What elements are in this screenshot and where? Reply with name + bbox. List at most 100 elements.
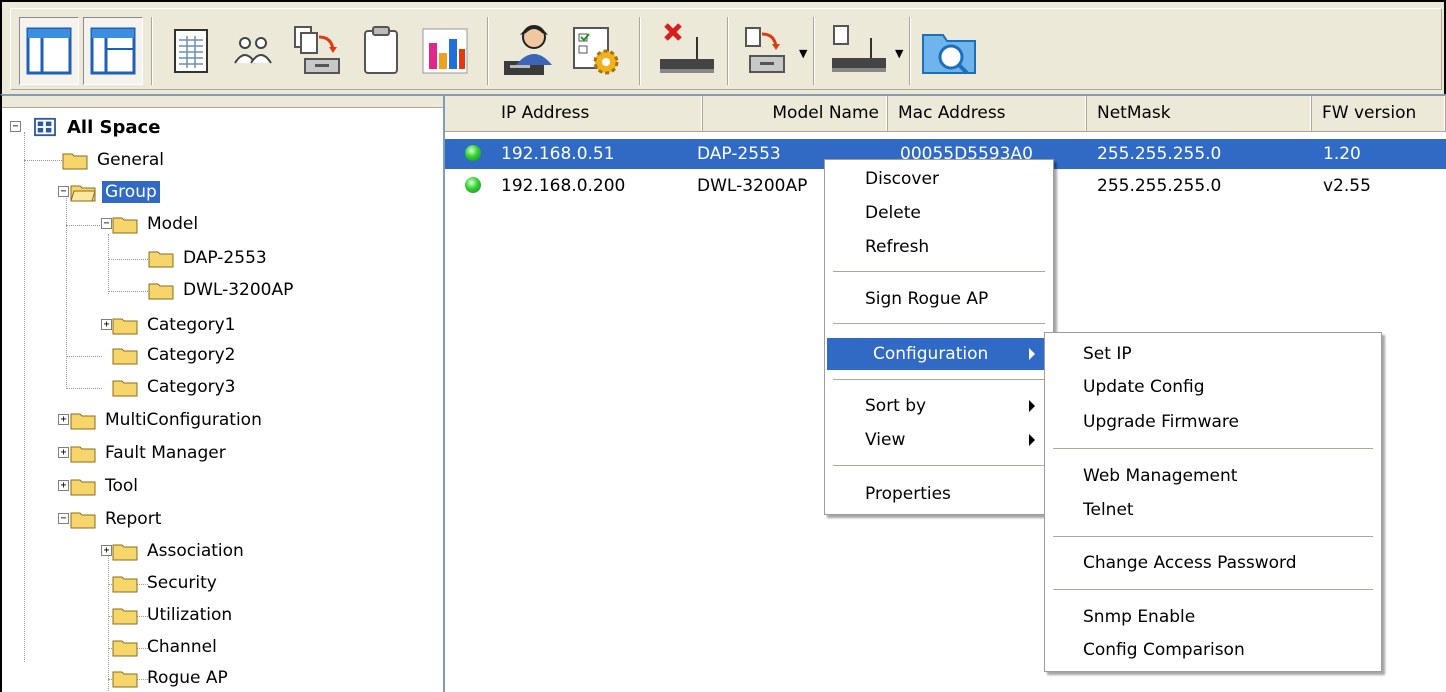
ap-dropdown-arrow[interactable]: ▼ (895, 47, 903, 60)
tree-label: DAP-2553 (183, 248, 267, 268)
expand-toggle[interactable]: + (58, 480, 69, 491)
tree-label: Category1 (147, 315, 236, 335)
menu-item-sort-by[interactable]: Sort by (827, 390, 1051, 422)
column-header-mac[interactable]: Mac Address (888, 96, 1087, 131)
folder-icon (70, 479, 96, 496)
menu-separator (833, 379, 1045, 380)
tree-node-association[interactable]: Association (112, 538, 247, 564)
search-folder-icon[interactable] (917, 17, 983, 85)
copy-to-device-icon[interactable] (287, 17, 347, 85)
menu-item-view[interactable]: View (827, 424, 1051, 456)
menu-separator (833, 465, 1045, 466)
access-point-icon[interactable] (823, 17, 893, 85)
delete-ap-icon[interactable] (651, 17, 721, 85)
tree-node-general[interactable]: General (62, 147, 167, 173)
user-computer-icon[interactable] (497, 17, 563, 85)
tree-node-fault-manager[interactable]: Fault Manager (70, 440, 229, 466)
toolbar: ▼ ▼ (0, 0, 1446, 94)
column-header-fw[interactable]: FW version (1312, 96, 1446, 131)
menu-item-web-management[interactable]: Web Management (1047, 460, 1377, 492)
menu-item-refresh[interactable]: Refresh (827, 231, 1051, 263)
send-to-device-icon[interactable] (735, 17, 795, 85)
menu-item-config-comparison[interactable]: Config Comparison (1047, 634, 1377, 666)
folder-icon (112, 608, 138, 625)
clipboard-icon[interactable] (351, 17, 411, 85)
submenu-arrow-icon (1029, 434, 1035, 446)
tree-node-report[interactable]: Report (70, 506, 164, 532)
expand-toggle[interactable]: + (101, 319, 112, 330)
cell-model: DWL-3200AP (697, 176, 808, 196)
menu-separator (833, 271, 1045, 272)
menu-item-update-config[interactable]: Update Config (1047, 371, 1377, 403)
status-led-icon (465, 177, 481, 193)
tree-label: General (97, 150, 164, 170)
tree-label: Rogue AP (147, 668, 228, 688)
tree-header-strip (2, 96, 443, 108)
menu-separator (1053, 448, 1373, 449)
menu-item-configuration[interactable]: Configuration (827, 338, 1051, 370)
folder-icon (112, 544, 138, 561)
menu-item-set-ip[interactable]: Set IP (1047, 338, 1377, 370)
tree-node-category1[interactable]: Category1 (112, 312, 238, 338)
menu-item-properties[interactable]: Properties (827, 478, 1051, 510)
tree-node-group[interactable]: Group (70, 179, 160, 205)
collapse-toggle[interactable]: − (101, 218, 112, 229)
menu-item-delete[interactable]: Delete (827, 197, 1051, 229)
toolbar-panel: ▼ ▼ (10, 8, 1442, 90)
folder-icon (70, 413, 96, 430)
tree-node-rogue-ap[interactable]: Rogue AP (106, 665, 231, 691)
column-header-model[interactable]: Model Name (703, 96, 888, 131)
tree-node-dwl-3200ap[interactable]: DWL-3200AP (148, 277, 296, 303)
submenu-arrow-icon (1029, 400, 1035, 412)
tree-node-channel[interactable]: Channel (106, 634, 220, 660)
folder-open-icon (70, 185, 96, 202)
send-dropdown-arrow[interactable]: ▼ (799, 47, 807, 60)
folder-icon (112, 640, 138, 657)
folder-icon (62, 153, 88, 170)
menu-item-discover[interactable]: Discover (827, 163, 1051, 195)
toolbar-separator (909, 17, 911, 85)
toolbar-separator (487, 17, 489, 85)
tree-node-model[interactable]: Model (112, 211, 201, 237)
column-header-netmask[interactable]: NetMask (1087, 96, 1312, 131)
menu-item-upgrade-firmware[interactable]: Upgrade Firmware (1047, 406, 1377, 438)
spreadsheet-icon[interactable] (161, 17, 221, 85)
menu-item-sign-rogue-ap[interactable]: Sign Rogue AP (827, 283, 1051, 315)
tree-node-dap-2553[interactable]: DAP-2553 (148, 245, 270, 271)
menu-item-telnet[interactable]: Telnet (1047, 494, 1377, 526)
navigation-tree[interactable]: − All Space General − Group − Model DAP-… (0, 94, 445, 692)
cell-netmask: 255.255.255.0 (1097, 144, 1222, 164)
folder-icon (70, 446, 96, 463)
collapse-toggle[interactable]: − (10, 121, 21, 132)
tree-node-category3[interactable]: Category3 (106, 374, 238, 400)
network-space-icon (34, 117, 56, 137)
tree-node-utilization[interactable]: Utilization (106, 602, 235, 628)
tree-node-all-space[interactable]: All Space (32, 114, 163, 140)
view-layout-1-icon[interactable] (19, 17, 79, 85)
menu-item-change-access-password[interactable]: Change Access Password (1047, 547, 1377, 579)
tree-node-tool[interactable]: Tool (70, 473, 141, 499)
tree-node-security[interactable]: Security (106, 570, 220, 596)
bar-chart-icon[interactable] (415, 17, 475, 85)
tree-label: All Space (67, 116, 161, 138)
tree-label: MultiConfiguration (105, 410, 262, 430)
cell-fw: v2.55 (1323, 176, 1371, 196)
folder-icon (148, 251, 174, 268)
tree-label: Channel (147, 637, 217, 657)
view-layout-2-icon[interactable] (83, 17, 143, 85)
menu-item-snmp-enable[interactable]: Snmp Enable (1047, 601, 1377, 633)
settings-gear-icon[interactable] (567, 17, 627, 85)
tree-node-multiconfiguration[interactable]: MultiConfiguration (70, 407, 265, 433)
cell-netmask: 255.255.255.0 (1097, 176, 1222, 196)
collapse-toggle[interactable]: − (58, 513, 69, 524)
tree-node-category2[interactable]: Category2 (106, 342, 238, 368)
users-icon[interactable] (223, 17, 283, 85)
expand-toggle[interactable]: + (101, 545, 112, 556)
collapse-toggle[interactable]: − (58, 186, 69, 197)
toolbar-separator (727, 17, 729, 85)
expand-toggle[interactable]: + (58, 447, 69, 458)
tree-label: Security (147, 573, 217, 593)
column-header-ip[interactable]: IP Address (445, 96, 703, 131)
expand-toggle[interactable]: + (58, 414, 69, 425)
menu-separator (1053, 589, 1373, 590)
